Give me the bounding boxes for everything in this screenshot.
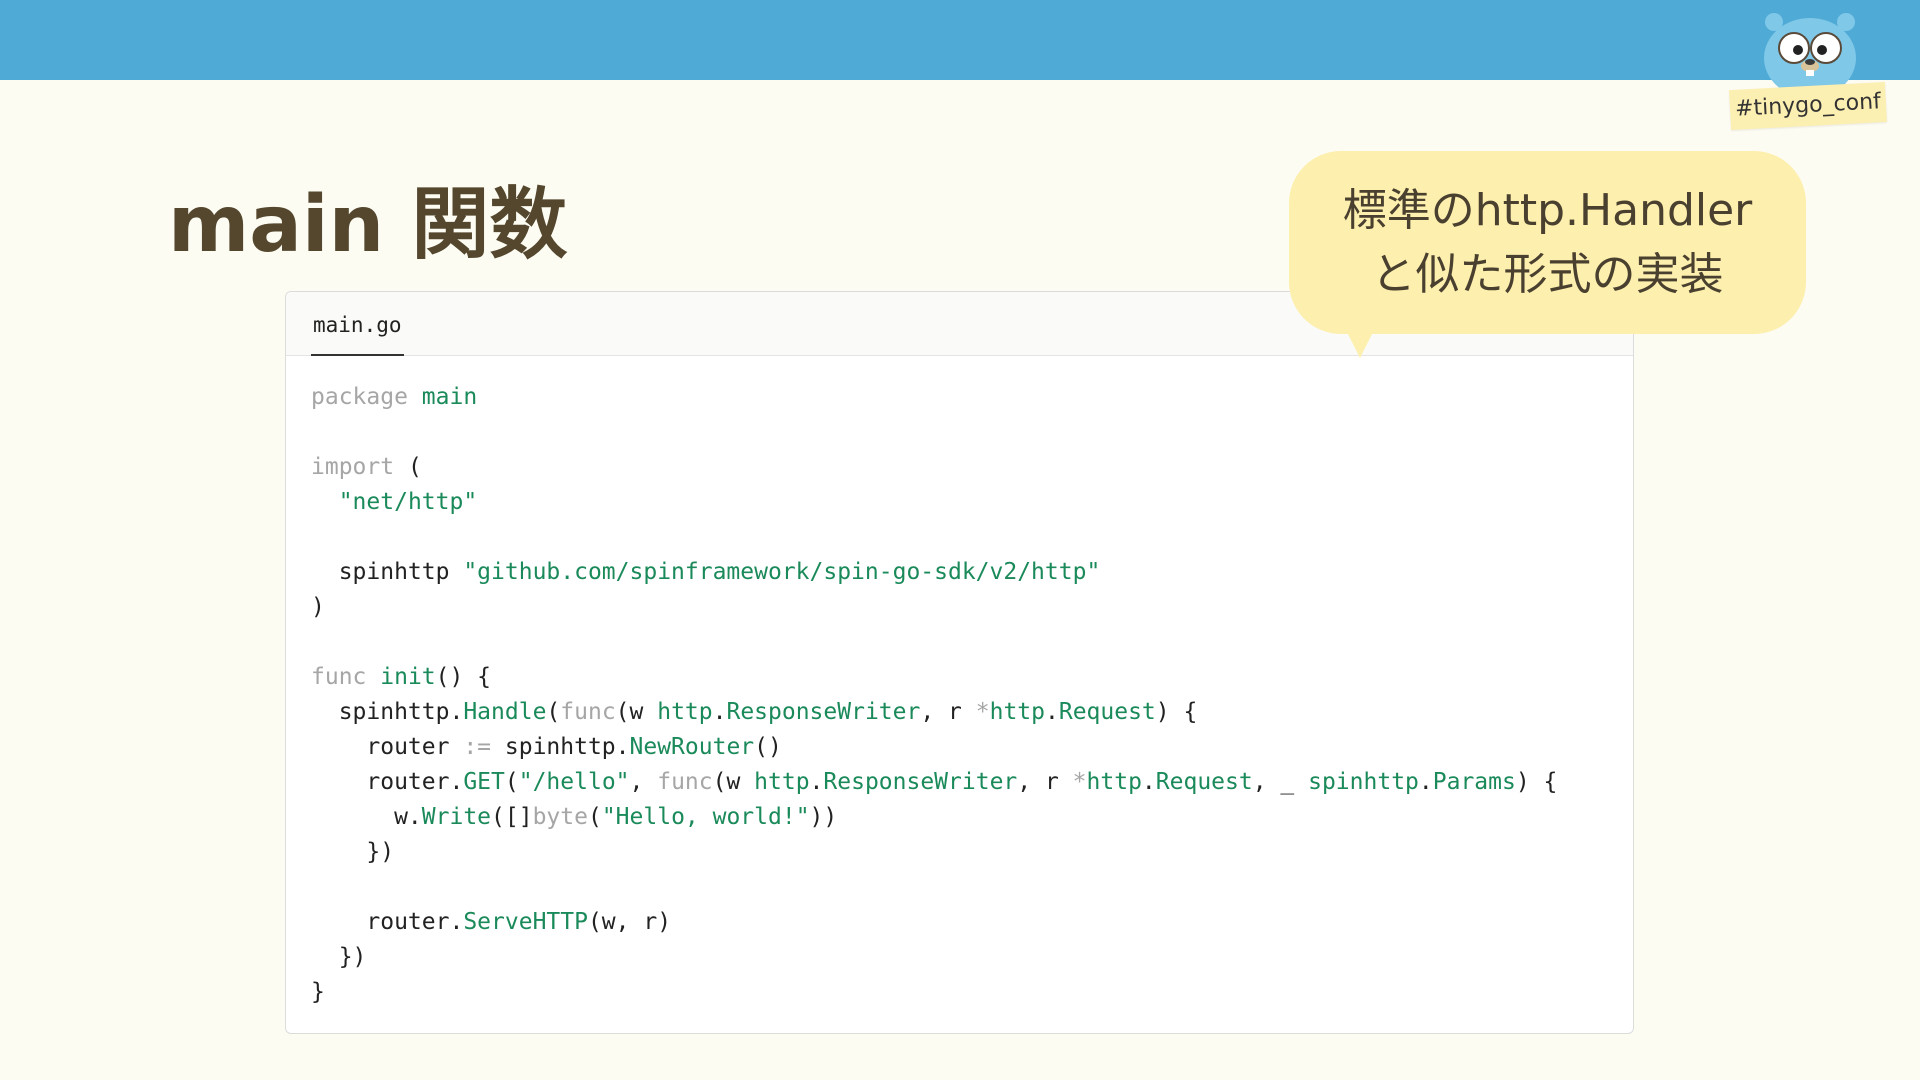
code-token: spinhttp. (311, 699, 464, 725)
code-token: * (1072, 769, 1087, 795)
code-token: router (311, 734, 464, 760)
page-title: main 関数 (168, 180, 568, 270)
code-token: ResponseWriter (726, 699, 921, 725)
code-line: spinhttp.Handle(func(w http.ResponseWrit… (311, 695, 1557, 730)
code-line: "net/http" (311, 485, 1557, 520)
code-token: . (1141, 769, 1156, 795)
code-token: , r (1017, 769, 1073, 795)
top-banner (0, 0, 1920, 80)
code-token: http (989, 699, 1045, 725)
code-token: "Hello, world!" (601, 804, 810, 830)
code-token: * (975, 699, 990, 725)
code-token: }) (311, 839, 395, 865)
file-tab-main-go[interactable]: main.go (311, 292, 404, 356)
code-line: }) (311, 835, 1557, 870)
code-token: (w (712, 769, 755, 795)
code-token: byte (532, 804, 588, 830)
code-token: . (1044, 699, 1059, 725)
code-line: func init() { (311, 660, 1557, 695)
code-token: http (754, 769, 810, 795)
code-line: }) (311, 940, 1557, 975)
code-token: http (1086, 769, 1142, 795)
code-token: "/hello" (518, 769, 630, 795)
code-panel: main.go package main import ( "net/http" … (285, 291, 1634, 1034)
code-token: ServeHTTP (463, 909, 588, 935)
code-token: ResponseWriter (823, 769, 1018, 795)
code-token: ( (587, 804, 602, 830)
code-line: w.Write([]byte("Hello, world!")) (311, 800, 1557, 835)
code-token: main (421, 384, 478, 410)
code-token: Write (421, 804, 492, 830)
code-token: . (1418, 769, 1433, 795)
gopher-mascot-icon (1764, 13, 1856, 90)
code-token: func (560, 699, 616, 725)
code-token: func (311, 664, 367, 690)
code-token: (w, r) (587, 909, 672, 935)
speech-bubble: 標準のhttp.Handler と似た形式の実装 (1289, 151, 1806, 334)
code-token: func (657, 769, 713, 795)
code-token: spinhttp. (491, 734, 630, 760)
code-token: spinhttp (1308, 769, 1419, 795)
code-token: spinhttp (311, 559, 464, 585)
code-token: ) { (1515, 769, 1558, 795)
code-token: NewRouter (629, 734, 755, 760)
code-line: spinhttp "github.com/spinframework/spin-… (311, 555, 1557, 590)
code-block: package main import ( "net/http" spinhttp… (311, 380, 1557, 1010)
code-line: router.GET("/hello", func(w http.Respons… (311, 765, 1557, 800)
code-token: () { (435, 664, 492, 690)
code-token: (w (615, 699, 658, 725)
code-token: := (463, 734, 492, 760)
callout-line-2: と似た形式の実装 (1371, 248, 1724, 300)
code-token: ) (311, 594, 325, 620)
code-token: init (380, 664, 436, 690)
code-token: )) (809, 804, 838, 830)
code-token: () (754, 734, 782, 760)
code-token: }) (311, 944, 367, 970)
code-token: } (311, 979, 325, 1005)
code-token: "github.com/spinframework/spin-go-sdk/v2… (463, 559, 1101, 585)
code-token: . (809, 769, 824, 795)
code-token: , r (920, 699, 976, 725)
code-token: , (629, 769, 658, 795)
code-line: router.ServeHTTP(w, r) (311, 905, 1557, 940)
code-token: ( (546, 699, 561, 725)
code-line: package main (311, 380, 1557, 415)
code-token: "net/http" (338, 489, 478, 515)
hashtag-sticker: #tinygo_conf (1729, 81, 1887, 131)
code-token: Request (1058, 699, 1156, 725)
code-token: ( (504, 769, 519, 795)
code-token: router. (311, 909, 464, 935)
code-line: import ( (311, 450, 1557, 485)
code-token: import (311, 454, 395, 480)
code-token: . (712, 699, 727, 725)
code-token: http (657, 699, 713, 725)
code-line: } (311, 975, 1557, 1010)
code-token: ([] (491, 804, 533, 830)
code-token: Handle (463, 699, 547, 725)
code-token: w. (311, 804, 422, 830)
code-line: router := spinhttp.NewRouter() (311, 730, 1557, 765)
code-token: ) { (1155, 699, 1198, 725)
code-token: ( (394, 454, 422, 480)
code-token: GET (463, 769, 505, 795)
code-token: package (311, 384, 408, 410)
code-token: , _ (1252, 769, 1309, 795)
code-line: ) (311, 590, 1557, 625)
speech-bubble-tail (1346, 330, 1374, 358)
code-token: Params (1432, 769, 1516, 795)
code-token: Request (1155, 769, 1253, 795)
code-token: router. (311, 769, 464, 795)
callout-line-1: 標準のhttp.Handler (1342, 184, 1753, 236)
